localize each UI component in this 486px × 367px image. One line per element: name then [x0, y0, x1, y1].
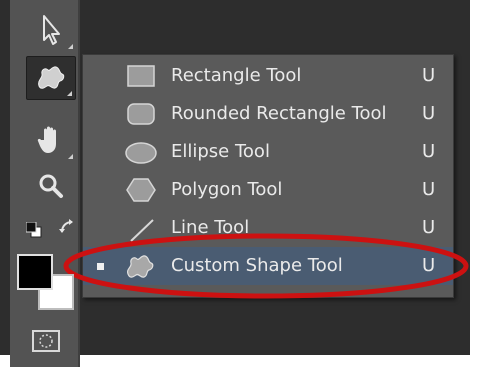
menu-item-rounded-rectangle-tool[interactable]: Rounded Rectangle Tool U: [83, 95, 453, 133]
line-icon: [130, 219, 154, 242]
menu-item-shortcut: U: [422, 141, 436, 162]
image-border: [80, 355, 486, 367]
tools-panel: [10, 0, 80, 367]
polygon-icon: [126, 178, 156, 202]
menu-item-custom-shape-tool[interactable]: Custom Shape Tool U: [83, 247, 453, 285]
menu-item-shortcut: U: [422, 255, 436, 276]
menu-item-shortcut: U: [422, 217, 436, 238]
custom-shape-tool-icon: [38, 66, 65, 89]
menu-item-label: Custom Shape Tool: [171, 255, 343, 276]
custom-shape-icon: [126, 255, 154, 278]
menu-item-line-tool[interactable]: Line Tool U: [83, 209, 453, 247]
custom-shape-tool[interactable]: [26, 56, 76, 100]
move-tool[interactable]: [26, 8, 76, 52]
zoom-tool[interactable]: [26, 164, 76, 208]
menu-item-label: Polygon Tool: [171, 179, 283, 200]
menu-item-label: Rectangle Tool: [171, 65, 302, 86]
hand-icon: [37, 126, 56, 153]
menu-item-shortcut: U: [422, 179, 436, 200]
foreground-color-swatch[interactable]: [17, 254, 53, 290]
selected-indicator: [97, 263, 104, 270]
swap-colors-icon[interactable]: [58, 218, 78, 238]
photoshop-ui: Rectangle Tool U Rounded Rectangle Tool …: [0, 0, 486, 367]
menu-item-rectangle-tool[interactable]: Rectangle Tool U: [83, 57, 453, 95]
menu-item-shortcut: U: [422, 65, 436, 86]
more-tools-indicator: [67, 91, 72, 96]
menu-item-ellipse-tool[interactable]: Ellipse Tool U: [83, 133, 453, 171]
color-controls: [26, 218, 82, 242]
menu-item-shortcut: U: [422, 103, 436, 124]
menu-item-polygon-tool[interactable]: Polygon Tool U: [83, 171, 453, 209]
more-tools-indicator: [68, 44, 73, 49]
menu-item-label: Ellipse Tool: [171, 141, 270, 162]
menu-item-label: Rounded Rectangle Tool: [171, 103, 387, 124]
rectangle-icon: [127, 65, 155, 87]
rounded-rectangle-icon: [127, 103, 155, 125]
menu-item-label: Line Tool: [171, 217, 250, 238]
quick-mask-button[interactable]: [32, 330, 60, 352]
hand-tool[interactable]: [26, 118, 76, 162]
ellipse-icon: [125, 142, 157, 164]
more-tools-indicator: [68, 154, 73, 159]
toolbar-divider: [78, 0, 80, 367]
move-arrow-icon: [43, 15, 60, 45]
default-colors-icon[interactable]: [26, 222, 42, 238]
image-border: [470, 0, 486, 367]
quick-mask-icon: [39, 334, 53, 348]
shape-tools-flyout-menu: Rectangle Tool U Rounded Rectangle Tool …: [82, 54, 454, 298]
zoom-icon: [39, 174, 63, 198]
